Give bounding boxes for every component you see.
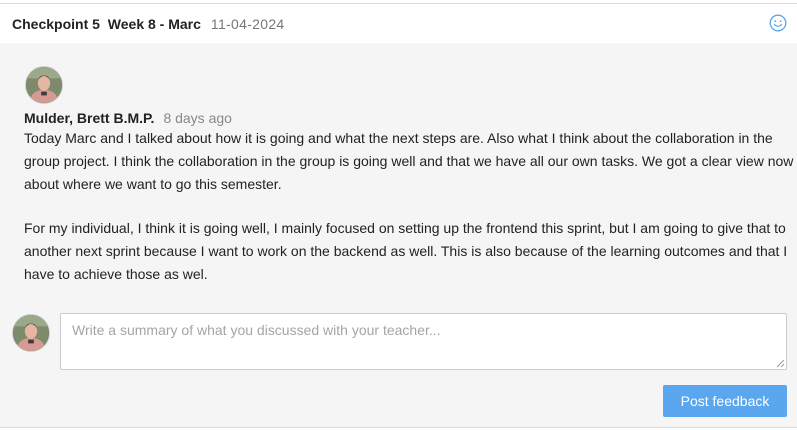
checkpoint-card: Checkpoint 5 Week 8 - Marc 11-04-2024 Mu… bbox=[0, 3, 797, 428]
post-feedback-button[interactable]: Post feedback bbox=[663, 385, 787, 417]
checkpoint-label: Checkpoint 5 bbox=[12, 15, 100, 32]
comment-paragraph: Today Marc and I talked about how it is … bbox=[24, 130, 794, 192]
card-header: Checkpoint 5 Week 8 - Marc 11-04-2024 bbox=[0, 4, 797, 43]
checkpoint-date: 11-04-2024 bbox=[210, 15, 285, 32]
week-label: Week 8 - Marc bbox=[107, 15, 201, 32]
checkpoint-title: Checkpoint 5 Week 8 - Marc bbox=[12, 16, 205, 32]
comment-meta: Mulder, Brett B.M.P. 8 days ago bbox=[24, 110, 232, 126]
comment-paragraph: For my individual, I think it is going w… bbox=[24, 220, 788, 282]
feedback-textarea[interactable] bbox=[60, 313, 787, 370]
comment-author: Mulder, Brett B.M.P. bbox=[24, 110, 155, 126]
avatar bbox=[25, 66, 63, 104]
comment-time: 8 days ago bbox=[163, 110, 232, 126]
resize-grip-icon[interactable] bbox=[776, 359, 785, 368]
avatar bbox=[12, 314, 50, 352]
comment-body: Today Marc and I talked about how it is … bbox=[24, 127, 794, 286]
smiley-icon[interactable] bbox=[769, 14, 787, 32]
